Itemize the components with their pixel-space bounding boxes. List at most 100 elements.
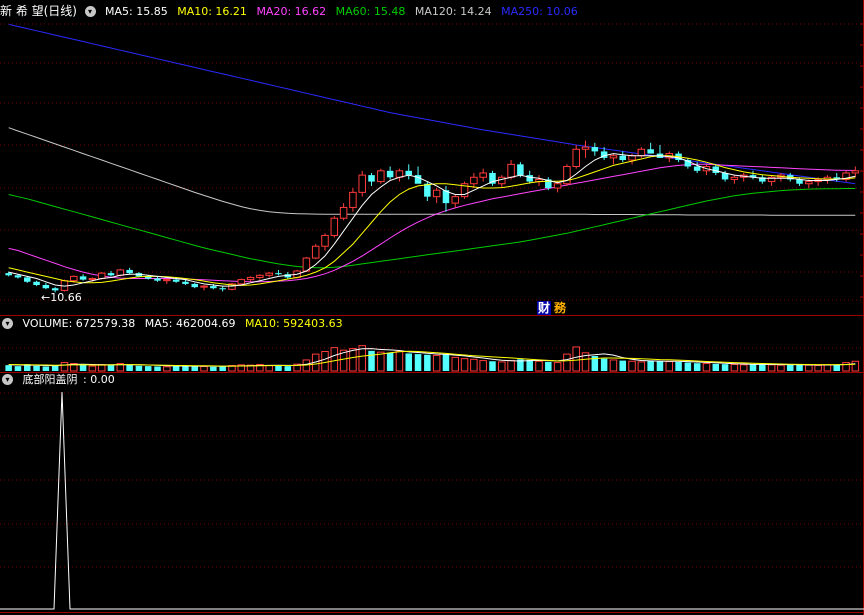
volume-bar-up (553, 362, 562, 372)
finance-badge-wu-label: 務 (554, 301, 567, 315)
candle-body-up (507, 163, 515, 178)
volume-panel-header: ▾ VOLUME: 672579.38 MA5: 462004.69 MA10:… (0, 316, 349, 332)
candle-body-up (498, 176, 506, 185)
candle-body-down (526, 175, 533, 182)
candle-body-down (210, 286, 217, 289)
volume-bar-up (395, 351, 404, 372)
candle-body-up (572, 148, 580, 168)
candle-body-down (182, 281, 189, 284)
volume-bar-up (163, 366, 171, 372)
main-panel-menu-button[interactable]: ▾ (84, 5, 96, 17)
ma60-line (8, 188, 856, 269)
finance-badge-wu[interactable]: 務 (553, 301, 568, 315)
volume-bar-down (545, 361, 552, 371)
candle-body-down (219, 288, 226, 290)
volume-bar-down (489, 361, 496, 371)
volume-bar-down (786, 364, 794, 371)
low-price-value: 10.66 (50, 291, 82, 304)
volume-bar-down (154, 366, 161, 371)
candle-body-up (730, 176, 739, 180)
volume-bar-up (200, 365, 208, 372)
volume-bar-up (739, 364, 748, 372)
volume-bar-down (414, 354, 422, 371)
volume-bar-down (656, 361, 664, 371)
candle-body-up (451, 196, 460, 204)
main-panel-header: 新 希 望(日线) ▾ MA5: 15.85 MA10: 16.21 MA20:… (0, 3, 584, 19)
candle-body-up (70, 275, 78, 282)
candle-body-down (79, 276, 87, 280)
volume-bar-up (432, 354, 441, 372)
volume-bar-down (796, 364, 803, 371)
ma250-legend: MA250: 10.06 (501, 5, 578, 18)
volume-bar-up (330, 347, 339, 372)
indicator-value: : 0.00 (83, 373, 115, 386)
candle-body-down (647, 149, 654, 154)
volume-bar-up (637, 361, 646, 372)
candle-body-up (256, 274, 264, 278)
candle-body-up (358, 174, 366, 193)
volume-bar-down (712, 363, 720, 371)
volume-panel-menu-button[interactable]: ▾ (2, 317, 13, 329)
volume-bar-down (368, 350, 375, 371)
ma20-legend: MA20: 16.62 (256, 5, 327, 18)
candle-body-up (163, 279, 171, 282)
volume-bar-down (619, 360, 626, 371)
volume-bar-down (51, 365, 59, 371)
volume-bar-up (767, 364, 776, 372)
candle-body-up (237, 279, 246, 285)
volume-bar-down (684, 362, 692, 371)
finance-badge-cai[interactable]: 财 (537, 301, 552, 315)
candle-body-down (126, 269, 133, 274)
volume-bar-down (647, 360, 654, 371)
volume-bar-down (405, 353, 412, 371)
ma20-line (8, 163, 856, 283)
volume-bar-down (759, 364, 766, 371)
ma60-legend: MA60: 15.48 (335, 5, 406, 18)
volume-bar-up (60, 362, 69, 372)
volume-bar-down (14, 366, 22, 371)
vol-ma10-legend: MA10: 592403.63 (244, 317, 343, 330)
ma5-legend: MA5: 15.85 (105, 5, 168, 18)
volume-bar-down (79, 364, 87, 371)
candle-body-down (386, 170, 394, 178)
indicator-panel-menu-button[interactable]: ▾ (2, 373, 13, 385)
volume-bar-down (526, 359, 533, 371)
candle-body-down (712, 166, 720, 173)
volume-bar-up (470, 358, 478, 372)
volume-bar-down (749, 364, 757, 371)
candle-body-up (377, 170, 385, 183)
volume-bar-down (442, 354, 450, 371)
volume-bar-down (210, 366, 217, 371)
candle-body-up (479, 172, 487, 178)
candle-body-down (368, 175, 375, 182)
candle-body-down (405, 170, 412, 176)
volume-bar-up (609, 359, 618, 372)
volume-bar-up (851, 360, 860, 372)
volume-bar-down (33, 365, 40, 371)
low-price-label: ←10.66 (41, 291, 82, 304)
candle-body-down (424, 183, 431, 197)
volume-bar-down (5, 365, 12, 371)
volume-bar-up (88, 365, 97, 372)
candle-body-up (339, 206, 348, 219)
candle-body-down (42, 284, 50, 289)
volume-bar-down (144, 366, 152, 371)
vol-ma5-legend: MA5: 462004.69 (144, 317, 236, 330)
candle-body-up (265, 272, 273, 276)
volume-bar-up (730, 364, 739, 372)
candle-body-up (553, 183, 562, 189)
candle-body-up (200, 285, 208, 288)
candle-body-down (14, 275, 22, 278)
candle-body-down (172, 279, 180, 282)
volume-bar-up (777, 364, 785, 372)
ma120-line (8, 127, 856, 216)
candle-body-down (24, 277, 31, 282)
candle-body-up (637, 148, 646, 157)
candle-body-up (330, 217, 339, 236)
volume-bar-up (823, 364, 832, 372)
finance-badge-cai-label: 财 (538, 301, 551, 315)
volume-bar-up (507, 360, 515, 372)
volume-bar-down (284, 366, 292, 371)
volume-bar-down (693, 363, 701, 371)
stock-title: 新 希 望(日线) (0, 4, 77, 18)
